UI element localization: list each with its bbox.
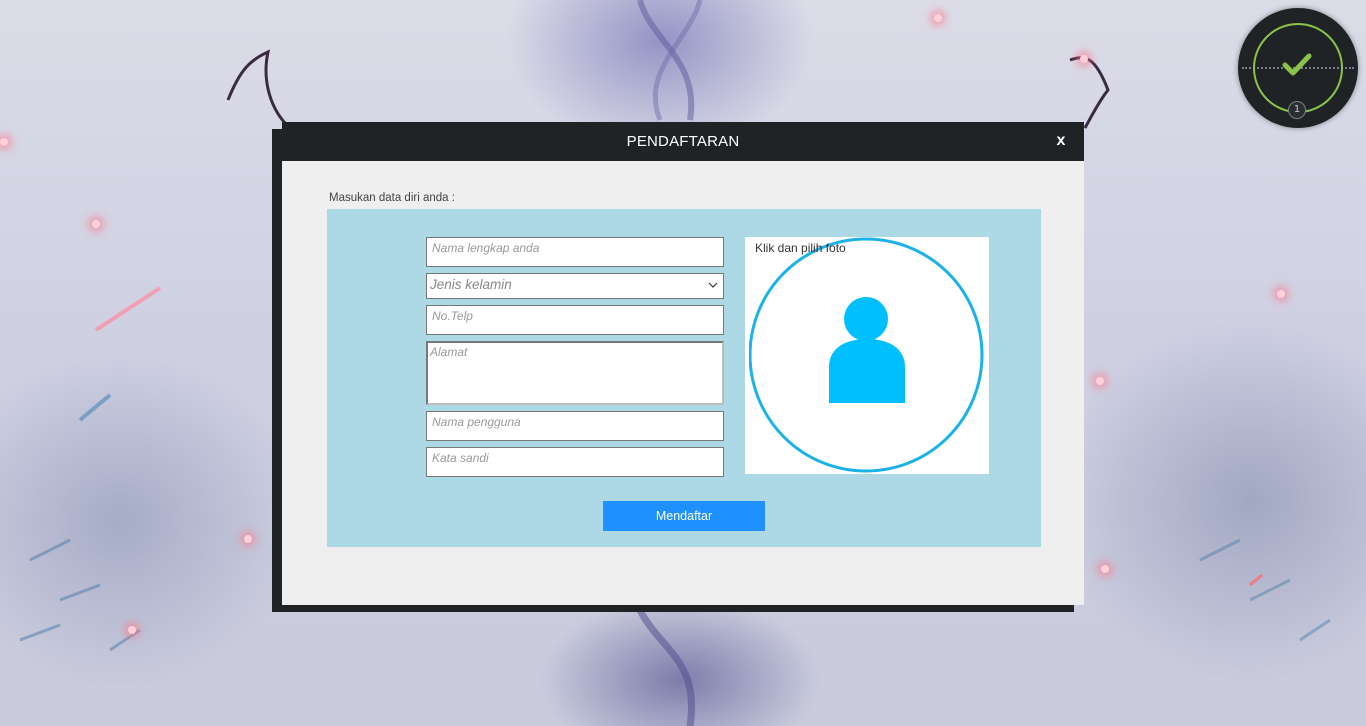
spark-decoration (1277, 290, 1285, 298)
dialog-title: PENDAFTARAN (626, 133, 740, 150)
spark-decoration (1096, 377, 1104, 385)
spark-decoration (934, 14, 942, 22)
registration-dialog: PENDAFTARAN x Masukan data diri anda : N… (282, 122, 1084, 605)
gender-placeholder: Jenis kelamin (430, 277, 512, 292)
user-avatar-icon (829, 297, 905, 403)
status-widget[interactable]: 1 (1238, 8, 1358, 128)
form-panel: Nama lengkap anda Jenis kelamin No.Telp … (327, 209, 1041, 547)
register-button[interactable]: Mendaftar (603, 501, 765, 531)
dialog-header: PENDAFTARAN x (282, 122, 1084, 161)
phone-input[interactable]: No.Telp (426, 305, 724, 335)
gender-select[interactable]: Jenis kelamin (426, 273, 724, 299)
phone-placeholder: No.Telp (432, 309, 473, 323)
check-icon (1282, 53, 1312, 76)
spark-decoration (0, 138, 8, 146)
password-placeholder: Kata sandi (432, 451, 489, 465)
username-input[interactable]: Nama pengguna (426, 411, 724, 441)
username-placeholder: Nama pengguna (432, 415, 521, 429)
password-input[interactable]: Kata sandi (426, 447, 724, 477)
chevron-down-icon (708, 282, 718, 288)
fullname-placeholder: Nama lengkap anda (432, 241, 540, 255)
spark-decoration (128, 626, 136, 634)
status-count: 1 (1288, 101, 1306, 119)
address-textarea[interactable]: Alamat (426, 341, 724, 405)
address-placeholder: Alamat (430, 345, 468, 359)
photo-label: Klik dan pilih foto (755, 241, 846, 255)
instruction-text: Masukan data diri anda : (329, 192, 455, 204)
photo-picker[interactable]: Klik dan pilih foto (745, 237, 989, 474)
spark-decoration (244, 535, 252, 543)
spark-decoration (92, 220, 100, 228)
fullname-input[interactable]: Nama lengkap anda (426, 237, 724, 267)
spark-decoration (1080, 55, 1088, 63)
close-button[interactable]: x (1052, 130, 1070, 152)
spark-decoration (1101, 565, 1109, 573)
